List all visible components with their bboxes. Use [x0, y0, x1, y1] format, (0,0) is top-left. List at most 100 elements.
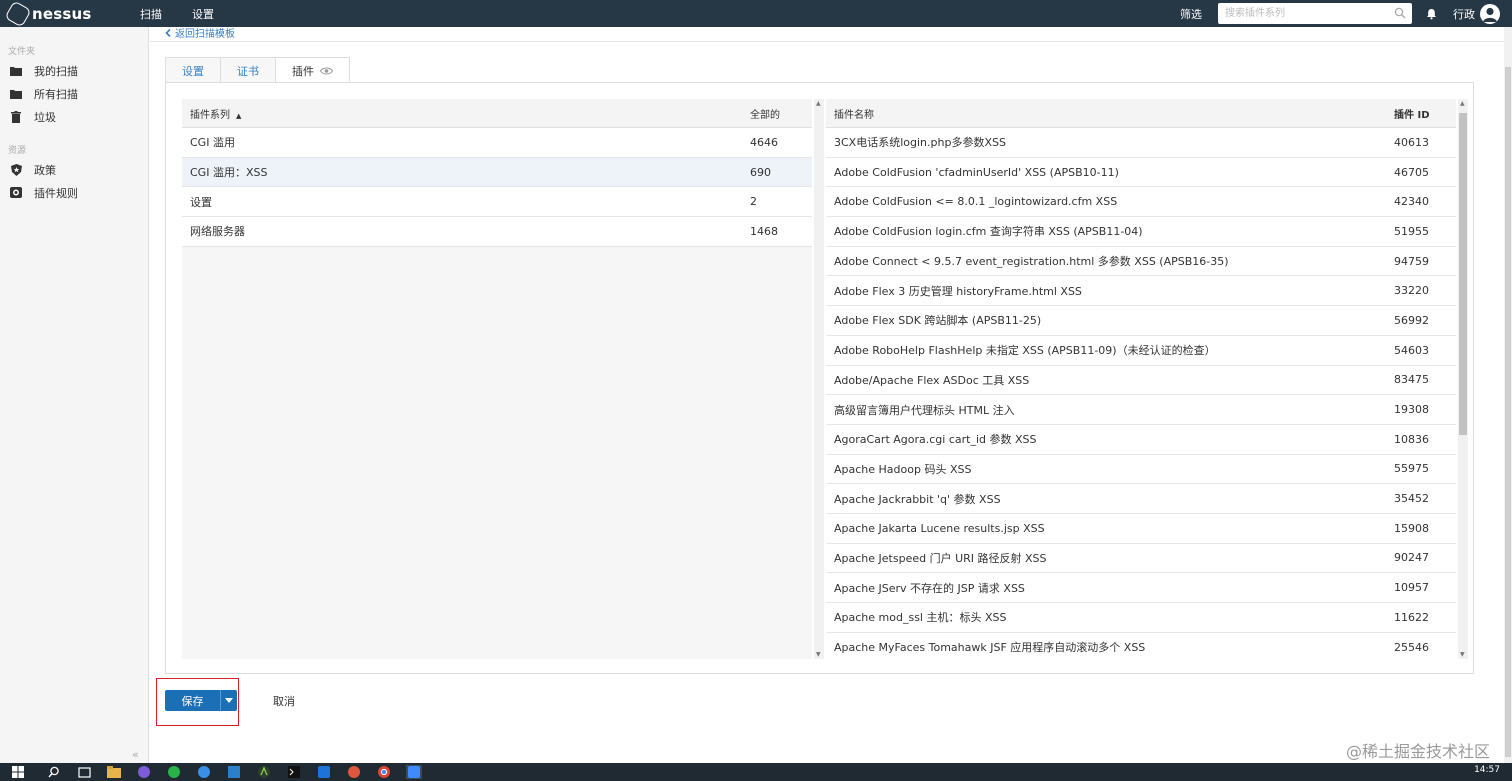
tab-settings[interactable]: 设置: [165, 57, 221, 83]
column-header-plugin-name[interactable]: 插件名称: [826, 106, 1394, 121]
plugin-name-cell: Adobe Flex SDK 跨站脚本 (APSB11-25): [834, 314, 1042, 328]
page-scrollbar-thumb[interactable]: [1505, 67, 1511, 757]
app-icon[interactable]: [406, 765, 422, 779]
nessus-logo-mark: [4, 0, 32, 28]
table-row[interactable]: Adobe/Apache Flex ASDoc 工具 XSS 83475: [826, 365, 1456, 396]
table-row[interactable]: Adobe RoboHelp FlashHelp 未指定 XSS (APSB11…: [826, 335, 1456, 366]
table-row[interactable]: Apache MyFaces Tomahawk JSF 应用程序自动滚动多个 X…: [826, 632, 1456, 659]
plugin-id-cell: 19308: [1394, 403, 1429, 417]
table-row[interactable]: 高级留言簿用户代理标头 HTML 注入 19308: [826, 395, 1456, 425]
scrollbar-thumb[interactable]: [1459, 113, 1467, 435]
eye-icon[interactable]: [320, 67, 333, 75]
families-scrollbar[interactable]: ▲ ▼: [814, 99, 824, 659]
table-row[interactable]: Adobe Connect < 9.5.7 event_registration…: [826, 246, 1456, 277]
plugin-families-table: 插件系列 ▲ 全部的 CGI 滥用 4646 CGI 滥用：XSS 690 设置 2 网…: [182, 99, 812, 659]
sidebar-item-all-scans[interactable]: 所有扫描: [0, 82, 148, 105]
app-icon[interactable]: [196, 765, 212, 779]
scroll-down-icon[interactable]: ▼: [816, 651, 821, 658]
table-row[interactable]: Apache Jetspeed 门户 URI 路径反射 XSS 90247: [826, 543, 1456, 574]
bell-icon[interactable]: [1426, 8, 1437, 20]
search-input[interactable]: [1218, 3, 1412, 24]
plugin-rules-icon: [10, 187, 22, 199]
plugin-id-cell: 55975: [1394, 462, 1429, 476]
table-row[interactable]: Adobe ColdFusion 'cfadminUserId' XSS (AP…: [826, 157, 1456, 188]
sidebar-section-folders: 文件夹: [8, 47, 36, 57]
table-row[interactable]: CGI 滥用 4646: [182, 128, 812, 158]
plugin-name-cell: Adobe Connect < 9.5.7 event_registration…: [834, 255, 1229, 269]
sidebar-collapse-button[interactable]: «: [132, 748, 139, 761]
avatar[interactable]: [1480, 3, 1500, 24]
tab-plugins[interactable]: 插件: [275, 57, 350, 84]
terminal-icon[interactable]: [286, 765, 302, 779]
scroll-down-icon[interactable]: ▼: [1460, 651, 1465, 658]
tab-credentials[interactable]: 证书: [220, 57, 276, 83]
table-row[interactable]: 3CX电话系统login.php多参数XSS 40613: [826, 128, 1456, 158]
plugin-id-cell: 15908: [1394, 521, 1429, 535]
table-row[interactable]: Apache mod_ssl 主机：标头 XSS 11622: [826, 603, 1456, 633]
plugin-name-cell: Apache Hadoop 码头 XSS: [834, 462, 972, 476]
column-header-total[interactable]: 全部的: [750, 106, 812, 121]
plugin-id-cell: 56992: [1394, 313, 1429, 327]
search-icon[interactable]: [46, 765, 62, 779]
sidebar-item-my-scans[interactable]: 我的扫描: [0, 59, 148, 82]
table-row[interactable]: 设置 2: [182, 187, 812, 218]
windows-start-icon[interactable]: [10, 765, 26, 779]
nessus-logo[interactable]: nessus: [4, 0, 140, 28]
watermark: @稀土掘金技术社区: [1345, 742, 1490, 761]
plugin-id-cell: 10957: [1394, 581, 1429, 595]
plugins-scrollbar[interactable]: ▲ ▼: [1458, 99, 1468, 659]
page-scrollbar[interactable]: [1504, 27, 1512, 763]
plugin-name-cell: Apache Jakarta Lucene results.jsp XSS: [834, 521, 1045, 535]
nav-scans[interactable]: 扫描: [140, 6, 162, 22]
chevron-left-icon: [165, 28, 171, 37]
table-row[interactable]: AgoraCart Agora.cgi cart_id 参数 XSS 10836: [826, 424, 1456, 455]
table-row[interactable]: Adobe Flex SDK 跨站脚本 (APSB11-25) 56992: [826, 306, 1456, 336]
table-row[interactable]: Adobe Flex 3 历史管理 historyFrame.html XSS 3…: [826, 276, 1456, 307]
app-icon[interactable]: [226, 765, 242, 779]
user-name[interactable]: 行政: [1453, 6, 1475, 22]
app-icon[interactable]: [256, 765, 272, 779]
wechat-icon[interactable]: [166, 765, 182, 779]
table-row[interactable]: Adobe ColdFusion login.cfm 查询字符串 XSS (AP…: [826, 217, 1456, 247]
taskbar: 14:57: [0, 763, 1512, 781]
sidebar-item-plugin-rules[interactable]: 插件规则: [0, 181, 148, 204]
folder-icon: [10, 88, 22, 100]
main-content: 返回扫描模板 设置 证书 插件 插件系列 ▲ 全部的 CGI 滥用 4646 CGI…: [150, 27, 1504, 763]
search-icon[interactable]: [1394, 7, 1406, 19]
scroll-up-icon[interactable]: ▲: [816, 100, 821, 107]
column-header-plugin-id[interactable]: 插件 ID: [1394, 106, 1456, 121]
cancel-button[interactable]: 取消: [273, 693, 295, 709]
table-row[interactable]: Apache Jackrabbit 'q' 参数 XSS 35452: [826, 484, 1456, 514]
app-icon[interactable]: [316, 765, 332, 779]
filter-link[interactable]: 筛选: [1180, 6, 1202, 22]
plugin-name-cell: Apache Jetspeed 门户 URI 路径反射 XSS: [834, 551, 1047, 565]
table-header: 插件系列 ▲ 全部的: [182, 99, 812, 128]
app-icon[interactable]: [346, 765, 362, 779]
file-explorer-icon[interactable]: [106, 765, 122, 779]
app-icon[interactable]: [136, 765, 152, 779]
sidebar-item-trash[interactable]: 垃圾: [0, 105, 148, 128]
plugin-name-cell: Adobe ColdFusion 'cfadminUserId' XSS (AP…: [834, 165, 1119, 179]
table-row[interactable]: 网络服务器 1468: [182, 217, 812, 247]
task-view-icon[interactable]: [76, 765, 92, 779]
plugin-id-cell: 83475: [1394, 373, 1429, 387]
sidebar-section-resources: 资源: [8, 146, 27, 156]
scroll-up-icon[interactable]: ▲: [1460, 100, 1465, 107]
nav-settings[interactable]: 设置: [192, 6, 214, 22]
table-row[interactable]: Adobe ColdFusion <= 8.0.1 _logintowizard…: [826, 187, 1456, 218]
back-to-templates-link[interactable]: 返回扫描模板: [165, 25, 235, 40]
plugin-name-cell: Adobe ColdFusion <= 8.0.1 _logintowizard…: [834, 195, 1118, 209]
sidebar-item-policies[interactable]: 政策: [0, 158, 148, 181]
taskbar-clock: 14:57: [1474, 765, 1500, 775]
save-button[interactable]: 保存: [165, 690, 220, 711]
save-options-button[interactable]: [220, 690, 237, 711]
plugin-id-cell: 94759: [1394, 254, 1429, 268]
plugins-table-body: 3CX电话系统login.php多参数XSS 40613 Adobe ColdFus…: [826, 128, 1456, 659]
table-row[interactable]: Apache JServ 不存在的 JSP 请求 XSS 10957: [826, 573, 1456, 603]
table-row[interactable]: Apache Hadoop 码头 XSS 55975: [826, 454, 1456, 485]
chrome-icon[interactable]: [376, 765, 392, 779]
table-row-selected[interactable]: CGI 滥用：XSS 690: [182, 157, 812, 188]
column-header-family[interactable]: 插件系列 ▲: [182, 106, 750, 121]
table-row[interactable]: Apache Jakarta Lucene results.jsp XSS 159…: [826, 513, 1456, 544]
plugin-name-cell: Apache Jackrabbit 'q' 参数 XSS: [834, 492, 1001, 506]
